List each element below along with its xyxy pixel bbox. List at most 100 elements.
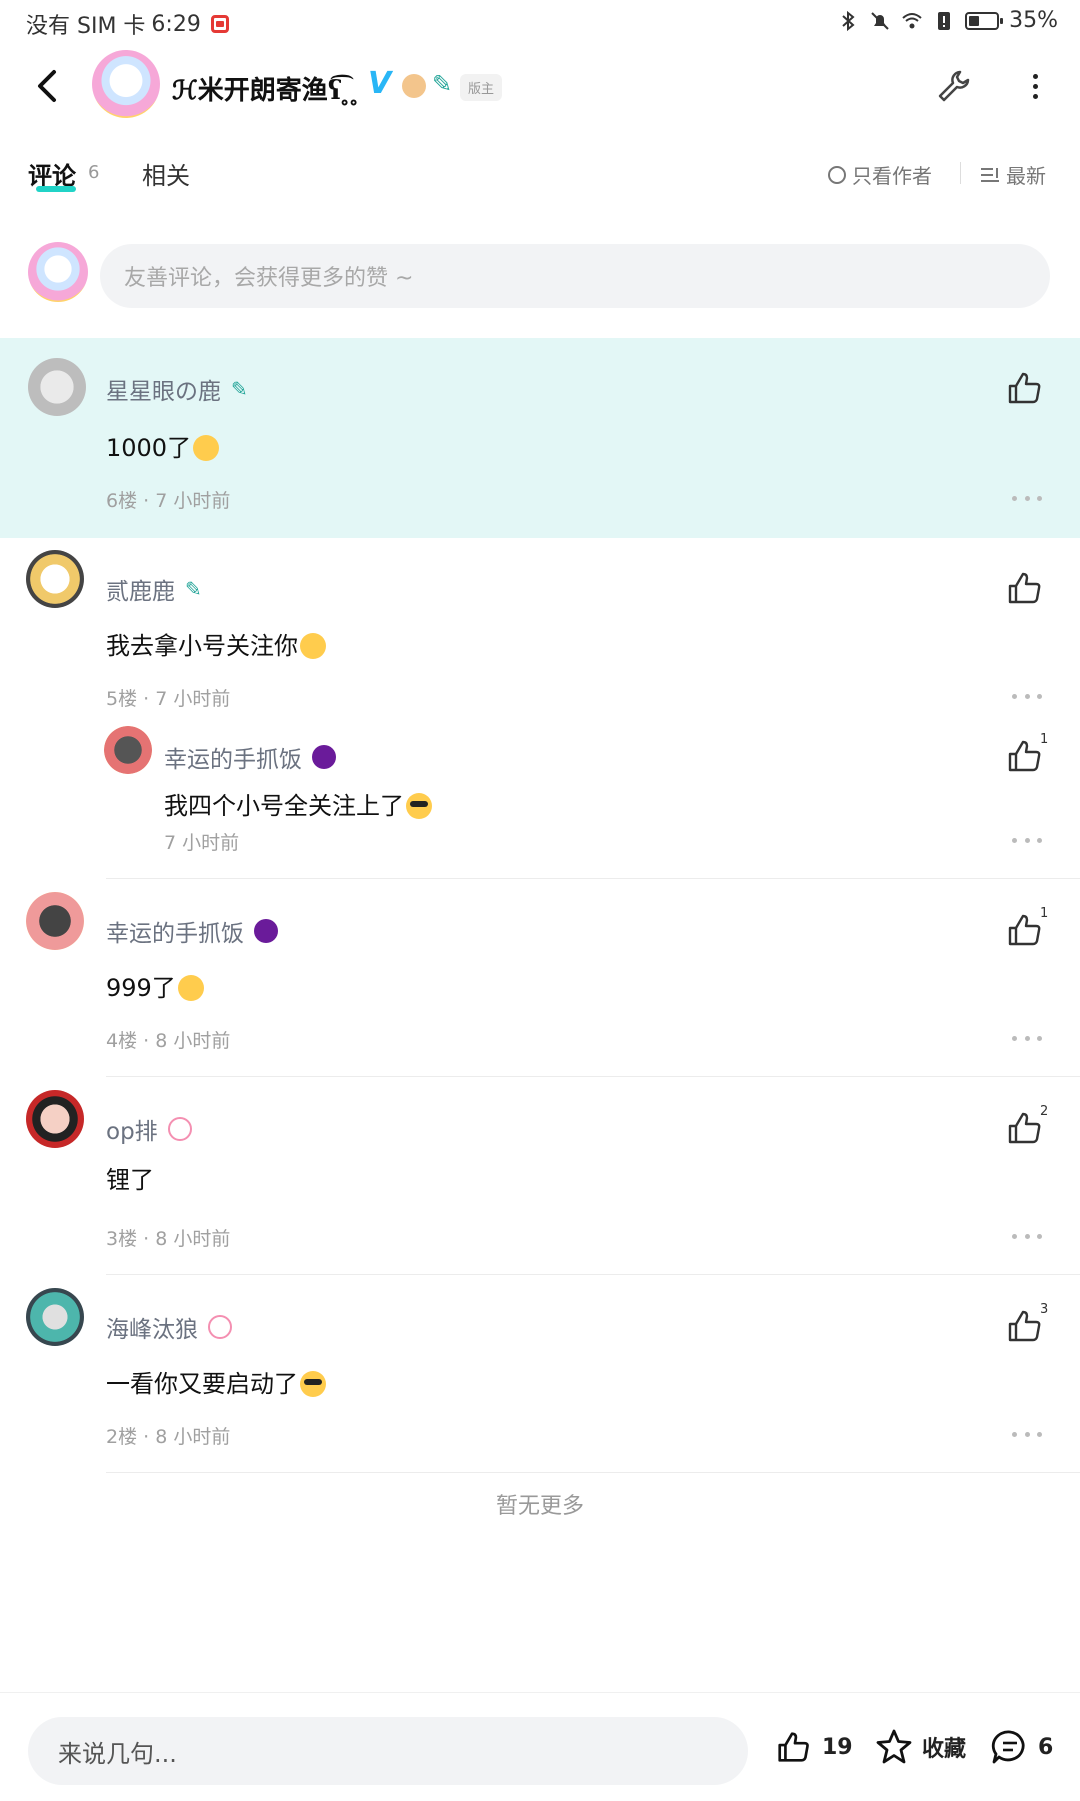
comment-meta: 3楼 · 8 小时前 [106, 1228, 231, 1250]
comment-more-button[interactable] [1012, 1234, 1042, 1244]
alert-icon [938, 11, 951, 30]
author-name[interactable]: ℋ米开朗寄渔ʕ͡ ̥ ̥ [172, 70, 360, 107]
carrier-text: 没有 SIM 卡 [26, 14, 146, 39]
comment-input[interactable]: 友善评论，会获得更多的赞 ~ [100, 244, 1050, 308]
status-left: 没有 SIM 卡 6:29 [26, 8, 229, 40]
divider [106, 1274, 1080, 1275]
commenter-name[interactable]: 贰鹿鹿 ✎ [106, 572, 202, 606]
level-badge-icon [402, 74, 426, 98]
reply-name[interactable]: 幸运的手抓饭 [164, 740, 336, 774]
emoji-icon [193, 435, 220, 461]
my-avatar [28, 242, 88, 302]
notification-icon [210, 15, 229, 33]
comment-text: 我去拿小号关注你 [106, 626, 326, 661]
commenter-avatar[interactable] [28, 358, 86, 416]
commenter-avatar[interactable] [26, 550, 84, 608]
bluetooth-icon [842, 10, 855, 31]
comment-more-button[interactable] [1012, 1432, 1042, 1442]
reply-avatar[interactable] [104, 726, 152, 774]
comment-meta: 6楼 · 7 小时前 [106, 490, 231, 512]
like-post-button[interactable]: 19 [774, 1727, 853, 1767]
commenter-name[interactable]: 星星眼の鹿 ✎ [106, 372, 248, 406]
author-avatar[interactable] [92, 50, 160, 118]
comment-more-button[interactable] [1012, 1036, 1042, 1046]
commenter-name[interactable]: op排 [106, 1112, 192, 1146]
tab-related[interactable]: 相关 [142, 156, 190, 191]
wifi-icon [902, 12, 922, 28]
battery-percent: 35% [1009, 8, 1058, 33]
sunglasses-emoji-icon [406, 793, 432, 819]
bird-badge-icon: ✎ [432, 70, 453, 98]
comment-text: 999了 [106, 968, 204, 1003]
comment-more-button[interactable] [1012, 694, 1042, 704]
status-bar: 没有 SIM 卡 6:29 35% [0, 0, 1080, 44]
back-button[interactable] [30, 64, 66, 108]
divider [106, 1472, 1080, 1473]
tab-divider [960, 162, 961, 184]
emoji-icon [300, 633, 326, 659]
level-badge-icon [254, 919, 278, 943]
comment-more-button[interactable] [1012, 496, 1042, 506]
bird-badge-icon: ✎ [231, 377, 248, 401]
like-button[interactable] [1004, 368, 1046, 408]
comment-item: 贰鹿鹿 ✎ 我去拿小号关注你 5楼 · 7 小时前 幸运的手抓饭 我四个小号全关… [0, 550, 1080, 880]
emoji-icon [177, 975, 204, 1001]
wrench-button[interactable] [934, 66, 974, 106]
sunglasses-emoji-icon [300, 1371, 326, 1397]
level-badge-icon [312, 745, 336, 769]
commenter-name[interactable]: 海峰汰狼 [106, 1310, 232, 1344]
bottom-bar: 来说几句... 19 收藏 6 [0, 1692, 1080, 1801]
like-count: 2 [1040, 1104, 1049, 1119]
comment-meta: 5楼 · 7 小时前 [106, 688, 231, 710]
author-only-label: 只看作者 [852, 164, 932, 188]
mute-bell-icon [871, 11, 889, 30]
sort-lines-icon [981, 167, 999, 182]
tab-active-indicator [36, 186, 76, 192]
post-like-count: 19 [822, 1734, 853, 1760]
commenter-avatar[interactable] [26, 892, 84, 950]
clock: 6:29 [151, 11, 201, 37]
commenter-avatar[interactable] [26, 1288, 84, 1346]
sort-label: 最新 [1006, 164, 1046, 188]
rabbit-badge-icon [167, 1117, 192, 1141]
reply-like-count: 1 [1040, 732, 1049, 747]
comment-item: 幸运的手抓饭 999了 4楼 · 8 小时前 1 [0, 892, 1080, 1068]
star-icon [876, 1729, 912, 1764]
radio-icon [828, 165, 846, 184]
author-only-toggle[interactable]: 只看作者 [828, 160, 932, 189]
more-options-button[interactable] [1020, 68, 1050, 104]
like-button[interactable] [1004, 568, 1046, 608]
reply-input[interactable]: 来说几句... [28, 1717, 748, 1785]
post-comment-count: 6 [1038, 1734, 1054, 1760]
comment-item: 海峰汰狼 一看你又要启动了 2楼 · 8 小时前 3 [0, 1288, 1080, 1464]
commenter-name[interactable]: 幸运的手抓饭 [106, 914, 278, 948]
comment-item: op排 锂了 3楼 · 8 小时前 2 [0, 1090, 1080, 1266]
reply-more-button[interactable] [1012, 838, 1042, 848]
comment-tabs: 评论 6 相关 只看作者 最新 [0, 150, 1080, 210]
comment-meta: 2楼 · 8 小时前 [106, 1426, 231, 1448]
comment-meta: 4楼 · 8 小时前 [106, 1030, 231, 1052]
reply-text: 我四个小号全关注上了 [164, 786, 432, 821]
moderator-badge: 版主 [460, 74, 503, 101]
verified-v-icon: V [368, 66, 392, 101]
comment-text: 锂了 [106, 1166, 154, 1194]
comment-item: 星星眼の鹿 ✎ 1000了 6楼 · 7 小时前 [0, 338, 1080, 538]
no-more-text: 暂无更多 [495, 1494, 584, 1519]
like-count: 1 [1040, 906, 1049, 921]
reply-meta: 7 小时前 [164, 832, 240, 854]
tab-comments-count: 6 [88, 162, 100, 183]
comment-bubble-icon [991, 1730, 1025, 1764]
thumbs-up-icon [778, 1732, 809, 1762]
like-count: 3 [1040, 1302, 1049, 1317]
commenter-avatar[interactable] [26, 1090, 84, 1148]
divider [106, 1076, 1080, 1077]
status-right: 35% [837, 8, 1058, 33]
sort-button[interactable]: 最新 [980, 160, 1046, 189]
battery-icon [965, 11, 1004, 30]
comments-button[interactable]: 6 [990, 1727, 1053, 1767]
divider [106, 878, 1080, 879]
favorite-label: 收藏 [922, 1737, 967, 1762]
bird-badge-icon: ✎ [185, 577, 202, 601]
favorite-button[interactable]: 收藏 [874, 1727, 966, 1767]
level-badge-icon [208, 1315, 232, 1339]
